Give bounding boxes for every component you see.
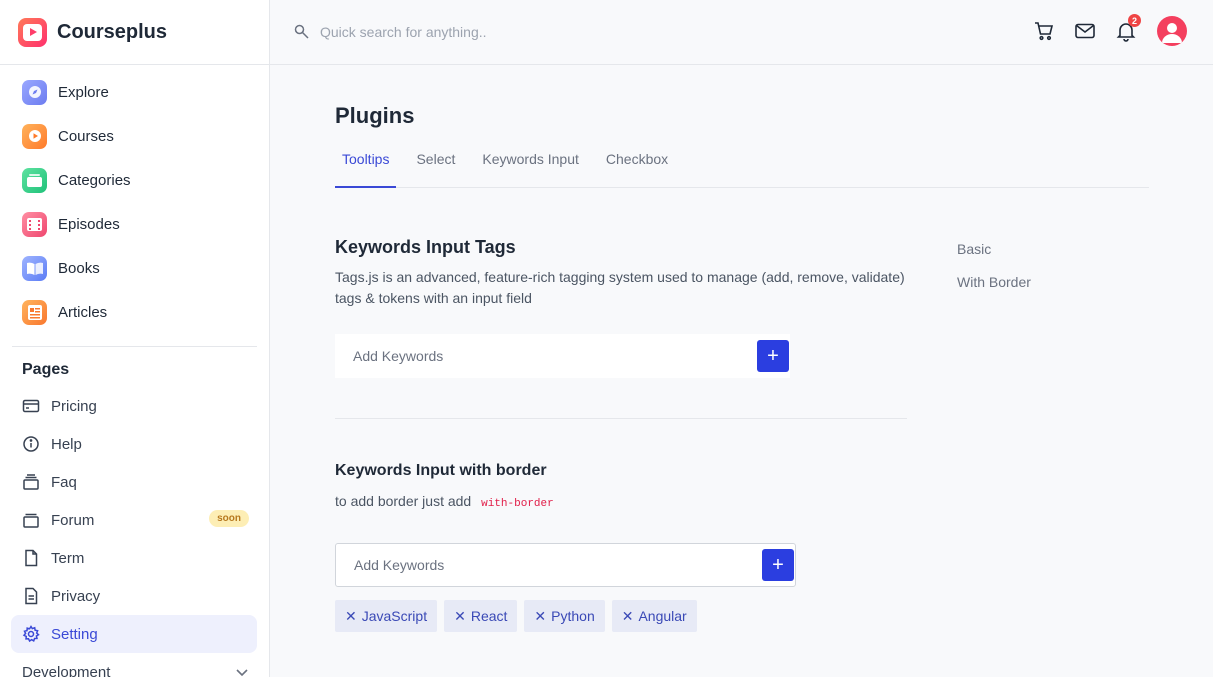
avatar[interactable] xyxy=(1157,16,1187,46)
content-area: Keywords Input Tags Tags.js is an advanc… xyxy=(335,237,907,632)
sidebar-item-label: Faq xyxy=(51,473,77,491)
sidebar-item-development[interactable]: Development xyxy=(0,653,269,677)
sidebar: Courseplus Explore Courses Categories Ep… xyxy=(0,0,270,677)
close-icon[interactable]: ✕ xyxy=(534,608,546,625)
sidebar-item-episodes[interactable]: Episodes xyxy=(0,202,269,246)
description-text: to add border just add xyxy=(335,493,472,509)
sidebar-item-label: Privacy xyxy=(51,587,101,605)
close-icon[interactable]: ✕ xyxy=(454,608,466,625)
sidebar-item-label: Forum xyxy=(51,511,95,529)
divider xyxy=(335,418,907,419)
compass-icon xyxy=(22,79,47,105)
tag-angular: ✕ Angular xyxy=(611,600,697,632)
sidebar-item-label: Articles xyxy=(58,303,108,321)
sidebar-item-forum[interactable]: Forum soon xyxy=(0,501,257,539)
sidebar-item-articles[interactable]: Articles xyxy=(0,290,269,334)
main-nav: Explore Courses Categories Episodes Book… xyxy=(0,65,269,334)
tab-bar: Tooltips Select Keywords Input Checkbox xyxy=(335,151,1149,188)
tab-select[interactable]: Select xyxy=(409,151,462,188)
brand[interactable]: Courseplus xyxy=(0,0,269,65)
tag-label: Python xyxy=(551,608,595,624)
keywords-input[interactable] xyxy=(353,348,653,364)
sidebar-item-label: Term xyxy=(51,549,85,567)
tab-tooltips[interactable]: Tooltips xyxy=(335,151,397,188)
sidebar-item-label: Pricing xyxy=(51,397,97,415)
add-keyword-button[interactable]: + xyxy=(762,549,794,581)
sidebar-item-label: Episodes xyxy=(58,215,120,233)
sidebar-item-label: Explore xyxy=(58,83,109,101)
toc-item-with-border[interactable]: With Border xyxy=(957,274,1031,307)
brand-name: Courseplus xyxy=(57,20,168,43)
page-icon xyxy=(25,549,38,567)
section-keywords-input-border: Keywords Input with border to add border… xyxy=(335,462,907,632)
sidebar-item-label: Books xyxy=(58,259,100,277)
tag-label: Angular xyxy=(638,608,687,624)
soon-badge: soon xyxy=(209,510,249,527)
sidebar-item-help[interactable]: Help xyxy=(0,425,257,463)
keywords-input-box-bordered: + xyxy=(335,543,796,587)
sidebar-item-label: Categories xyxy=(58,171,131,189)
chevron-down-icon xyxy=(236,669,248,677)
logo-icon xyxy=(18,17,47,47)
sidebar-item-label: Help xyxy=(51,435,82,453)
add-keyword-button[interactable]: + xyxy=(757,340,789,372)
info-icon xyxy=(23,436,39,452)
search-bar[interactable] xyxy=(294,24,794,40)
sidebar-item-label: Development xyxy=(22,663,111,677)
sidebar-item-privacy[interactable]: Privacy xyxy=(0,577,257,615)
folder-icon xyxy=(22,167,47,193)
bell-icon[interactable]: 2 xyxy=(1115,14,1141,42)
section-keywords-input-tags: Keywords Input Tags Tags.js is an advanc… xyxy=(335,237,907,378)
tab-keywords-input[interactable]: Keywords Input xyxy=(475,151,586,188)
pages-heading: Pages xyxy=(22,361,70,378)
mail-icon[interactable] xyxy=(1074,20,1096,42)
document-icon xyxy=(25,587,38,605)
top-header: 2 xyxy=(270,0,1213,65)
search-icon xyxy=(294,24,309,39)
sidebar-item-faq[interactable]: Faq xyxy=(0,463,257,501)
keywords-input-bordered[interactable] xyxy=(354,557,654,573)
sidebar-item-term[interactable]: Term xyxy=(0,539,257,577)
header-actions: 2 xyxy=(1014,14,1187,46)
section-toc: Basic With Border xyxy=(957,241,1031,307)
search-input[interactable] xyxy=(320,24,620,40)
tag-react: ✕ React xyxy=(444,600,518,632)
keywords-input-box: + xyxy=(335,334,790,378)
card-icon xyxy=(22,399,40,413)
tag-python: ✕ Python xyxy=(524,600,605,632)
sidebar-item-pricing[interactable]: Pricing xyxy=(0,387,257,425)
article-icon xyxy=(22,299,47,325)
section-description: Tags.js is an advanced, feature-rich tag… xyxy=(335,269,905,306)
cart-icon[interactable] xyxy=(1033,20,1055,42)
sidebar-item-label: Setting xyxy=(51,625,98,643)
tab-checkbox[interactable]: Checkbox xyxy=(599,151,675,188)
forum-icon xyxy=(23,513,39,528)
section-title: Keywords Input Tags xyxy=(335,237,516,257)
stack-icon xyxy=(23,474,39,490)
code-snippet: with-border xyxy=(481,498,554,510)
tag-label: JavaScript xyxy=(361,608,428,624)
sidebar-item-categories[interactable]: Categories xyxy=(0,158,269,202)
gear-icon xyxy=(22,625,40,643)
sidebar-item-books[interactable]: Books xyxy=(0,246,269,290)
sidebar-item-explore[interactable]: Explore xyxy=(0,70,269,114)
page-title: Plugins xyxy=(335,103,415,128)
section-description: to add border just add with-border xyxy=(335,491,907,515)
sidebar-item-courses[interactable]: Courses xyxy=(0,114,269,158)
main-content: Plugins Tooltips Select Keywords Input C… xyxy=(335,65,1149,632)
tag-label: React xyxy=(470,608,508,624)
section-title: Keywords Input with border xyxy=(335,462,547,479)
sidebar-item-label: Courses xyxy=(58,127,114,145)
close-icon[interactable]: ✕ xyxy=(622,608,634,625)
book-icon xyxy=(22,255,47,281)
close-icon[interactable]: ✕ xyxy=(345,608,357,625)
tag-javascript: ✕ JavaScript xyxy=(335,600,438,632)
film-icon xyxy=(22,211,47,237)
play-icon xyxy=(22,123,47,149)
tag-list: ✕ JavaScript ✕ React ✕ Python ✕ Angular xyxy=(335,600,907,632)
toc-item-basic[interactable]: Basic xyxy=(957,241,1031,274)
sidebar-item-setting[interactable]: Setting xyxy=(11,615,257,653)
notification-count: 2 xyxy=(1128,14,1141,27)
